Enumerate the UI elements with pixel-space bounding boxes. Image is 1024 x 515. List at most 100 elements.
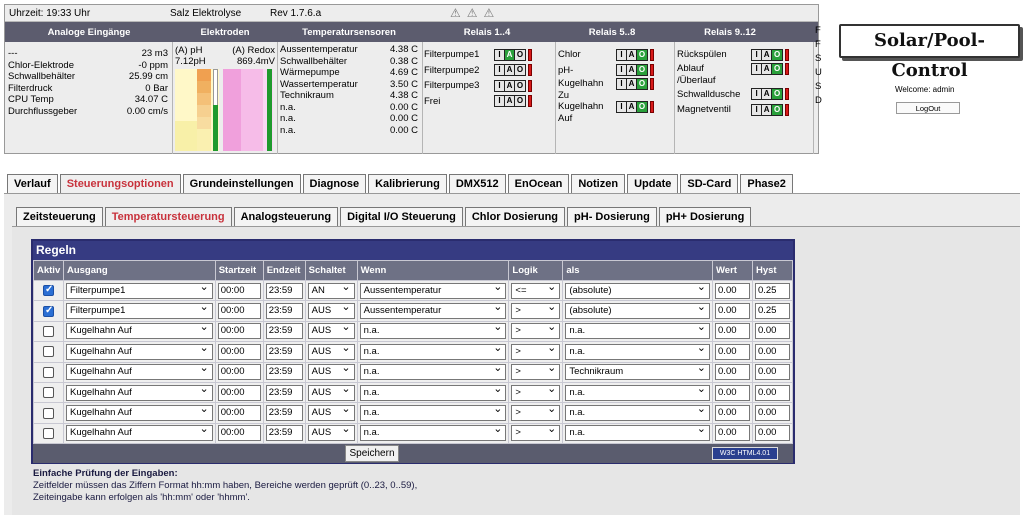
rule-start-time-input[interactable]: 00:00 [217,282,261,299]
rule-switch-select[interactable]: AN [307,282,355,299]
rule-switch-select[interactable]: AUS [307,364,355,381]
relay-iao-switch[interactable]: IAO [616,77,648,90]
tab-verlauf[interactable]: Verlauf [7,174,58,193]
rule-active-checkbox[interactable] [42,366,54,378]
rule-hysteresis-input[interactable]: 0.00 [754,343,790,360]
rule-when-select[interactable]: n.a. [359,364,507,381]
tab-phase2[interactable]: Phase2 [740,174,793,193]
rule-hysteresis-input[interactable]: 0.00 [754,405,790,422]
rule-when-select[interactable]: n.a. [359,405,507,422]
rule-value-input[interactable]: 0.00 [715,323,750,340]
rule-as-select[interactable]: n.a. [565,425,711,442]
rule-active-checkbox[interactable] [42,325,54,337]
rule-as-select[interactable]: n.a. [565,323,711,340]
rule-start-time-input[interactable]: 00:00 [217,405,261,422]
rule-output-select[interactable]: Kugelhahn Auf [65,405,213,422]
rule-start-time-input[interactable]: 00:00 [217,425,261,442]
relay-iao-switch[interactable]: IAO [751,103,784,116]
tab-chlor-dosierung[interactable]: Chlor Dosierung [464,207,566,226]
rule-as-select[interactable]: Technikraum [565,364,711,381]
rule-logic-select[interactable]: > [511,343,561,360]
rule-active-checkbox[interactable] [42,284,54,297]
rule-when-select[interactable]: n.a. [359,343,507,360]
tab-ph-minus-dosierung[interactable]: pH- Dosierung [567,207,657,226]
tab-sd-card[interactable]: SD-Card [680,174,739,193]
relay-iao-switch[interactable]: IAO [494,79,526,92]
rule-hysteresis-input[interactable]: 0.00 [754,364,790,381]
rule-output-select[interactable]: Filterpumpe1 [65,303,213,320]
rule-active-checkbox[interactable] [42,427,54,439]
tab-temperatursteuerung[interactable]: Temperatursteuerung [104,207,232,226]
rule-when-select[interactable]: Aussentemperatur [359,303,507,320]
rule-hysteresis-input[interactable]: 0.25 [754,282,790,299]
rule-when-select[interactable]: n.a. [359,323,507,340]
tab-diagnose[interactable]: Diagnose [302,174,367,193]
rule-logic-select[interactable]: > [511,364,561,381]
relay-iao-switch[interactable]: IAO [616,64,648,77]
tab-digital-io-steuerung[interactable]: Digital I/O Steuerung [340,207,463,226]
rule-end-time-input[interactable]: 23:59 [265,323,303,340]
rule-logic-select[interactable]: > [511,303,561,320]
tab-grundeinstellungen[interactable]: Grundeinstellungen [182,174,301,193]
rule-end-time-input[interactable]: 23:59 [265,425,303,442]
rule-end-time-input[interactable]: 23:59 [265,384,303,401]
rule-output-select[interactable]: Kugelhahn Auf [65,323,213,340]
rule-logic-select[interactable]: > [511,405,561,422]
tab-notizen[interactable]: Notizen [571,174,626,193]
relay-iao-switch[interactable]: IAO [494,48,526,61]
rule-active-checkbox[interactable] [42,346,54,358]
rule-switch-select[interactable]: AUS [307,425,355,442]
rule-output-select[interactable]: Filterpumpe1 [65,282,213,299]
rule-logic-select[interactable]: <= [511,282,561,299]
rule-output-select[interactable]: Kugelhahn Auf [65,384,213,401]
tab-analogsteuerung[interactable]: Analogsteuerung [233,207,339,226]
rule-value-input[interactable]: 0.00 [715,364,750,381]
rule-switch-select[interactable]: AUS [307,384,355,401]
rule-start-time-input[interactable]: 00:00 [217,303,261,320]
rule-value-input[interactable]: 0.00 [715,343,750,360]
relay-iao-switch[interactable]: IAO [751,88,784,101]
rule-when-select[interactable]: n.a. [359,384,507,401]
rule-value-input[interactable]: 0.00 [715,384,750,401]
rule-when-select[interactable]: Aussentemperatur [359,282,507,299]
rule-when-select[interactable]: n.a. [359,425,507,442]
rule-as-select[interactable]: (absolute) [565,282,711,299]
w3c-validator-badge[interactable]: W3C HTML4.01 [712,447,778,461]
rule-output-select[interactable]: Kugelhahn Auf [65,343,213,360]
rule-hysteresis-input[interactable]: 0.00 [754,384,790,401]
rule-hysteresis-input[interactable]: 0.00 [754,425,790,442]
rule-start-time-input[interactable]: 00:00 [217,343,261,360]
rule-active-checkbox[interactable] [42,407,54,419]
save-button[interactable]: Speichern [345,445,399,463]
logout-button[interactable]: LogOut [896,102,960,114]
relay-iao-switch[interactable]: IAO [616,48,648,61]
rule-as-select[interactable]: (absolute) [565,303,711,320]
tab-ph-plus-dosierung[interactable]: pH+ Dosierung [658,207,752,226]
rule-end-time-input[interactable]: 23:59 [265,405,303,422]
relay-iao-switch[interactable]: IAO [494,95,526,108]
tab-update[interactable]: Update [627,174,679,193]
relay-iao-switch[interactable]: IAO [616,100,648,113]
rule-end-time-input[interactable]: 23:59 [265,282,303,299]
tab-enocean[interactable]: EnOcean [507,174,570,193]
rule-as-select[interactable]: n.a. [565,384,711,401]
rule-start-time-input[interactable]: 00:00 [217,364,261,381]
relay-iao-switch[interactable]: IAO [751,62,784,75]
tab-kalibrierung[interactable]: Kalibrierung [368,174,447,193]
relay-iao-switch[interactable]: IAO [494,64,526,77]
rule-output-select[interactable]: Kugelhahn Auf [65,425,213,442]
tab-steuerungsoptionen[interactable]: Steuerungsoptionen [59,174,181,193]
relay-iao-switch[interactable]: IAO [751,48,784,61]
rule-logic-select[interactable]: > [511,384,561,401]
rule-hysteresis-input[interactable]: 0.25 [754,303,790,320]
rule-active-checkbox[interactable] [42,387,54,399]
tab-dmx512[interactable]: DMX512 [448,174,506,193]
tab-zeitsteuerung[interactable]: Zeitsteuerung [16,207,103,226]
rule-switch-select[interactable]: AUS [307,405,355,422]
rule-start-time-input[interactable]: 00:00 [217,384,261,401]
rule-as-select[interactable]: n.a. [565,405,711,422]
rule-value-input[interactable]: 0.00 [715,282,750,299]
rule-hysteresis-input[interactable]: 0.00 [754,323,790,340]
rule-value-input[interactable]: 0.00 [715,303,750,320]
rule-value-input[interactable]: 0.00 [715,425,750,442]
